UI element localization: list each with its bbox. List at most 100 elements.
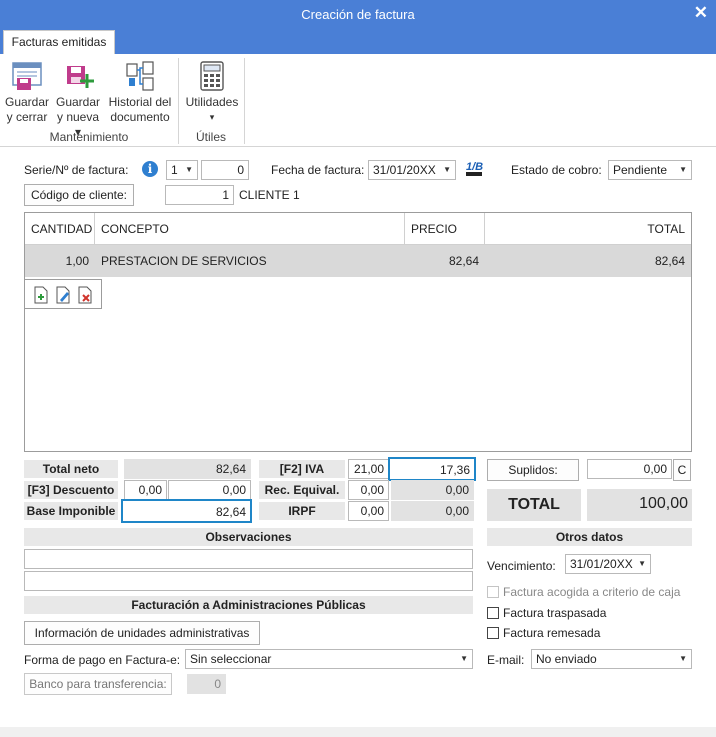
base-imponible-value[interactable]: 82,64 xyxy=(121,499,252,523)
svg-text:1/B: 1/B xyxy=(466,161,483,173)
utilities-button[interactable]: Utilidades ▾ xyxy=(184,60,240,125)
otros-datos-header: Otros datos xyxy=(487,528,692,546)
vencimiento-label: Vencimiento: xyxy=(487,559,556,573)
observaciones-header: Observaciones xyxy=(24,528,473,546)
total-value: 100,00 xyxy=(587,489,692,521)
serie-value: 1 xyxy=(171,163,178,177)
recargo-label: Rec. Equival. xyxy=(259,481,345,499)
iva-pct-input[interactable]: 21,00 xyxy=(348,459,389,479)
irpf-pct-input[interactable]: 0,00 xyxy=(348,501,389,521)
save-new-icon xyxy=(67,66,94,88)
save-close-label-2: y cerrar xyxy=(6,110,48,124)
forma-pago-label: Forma de pago en Factura-e: xyxy=(24,653,181,667)
total-neto-value: 82,64 xyxy=(124,459,251,479)
history-button[interactable]: Historial del documento xyxy=(106,60,174,125)
col-header-concepto[interactable]: CONCEPTO xyxy=(95,213,405,245)
window-title: Creación de factura xyxy=(301,7,415,22)
unidades-admin-button[interactable]: Información de unidades administrativas xyxy=(24,621,260,645)
chevron-down-icon: ▼ xyxy=(679,654,687,663)
base-imponible-label: Base Imponible xyxy=(24,502,118,520)
save-new-label-1: Guardar xyxy=(55,95,101,109)
descuento-label: [F3] Descuento xyxy=(24,481,118,499)
title-bar: Creación de factura ✕ xyxy=(0,0,716,30)
fecha-picker[interactable]: 31/01/20XX ▼ xyxy=(368,160,456,180)
admin-publicas-header: Facturación a Administraciones Públicas xyxy=(24,596,473,614)
lines-table[interactable]: CANTIDAD CONCEPTO PRECIO UD. TOTAL 1,00 … xyxy=(24,212,692,452)
total-label: TOTAL xyxy=(487,489,581,521)
suplidos-button[interactable]: Suplidos: xyxy=(487,459,579,481)
codigo-cliente-input[interactable]: 1 xyxy=(165,185,234,205)
traspasada-label: Factura traspasada xyxy=(503,606,607,620)
email-select[interactable]: No enviado ▼ xyxy=(531,649,692,669)
chevron-down-icon: ▼ xyxy=(460,654,468,663)
utilities-label: Utilidades xyxy=(185,95,239,109)
history-label-1: Historial del xyxy=(108,95,172,109)
banco-transferencia-button[interactable]: Banco para transferencia: xyxy=(24,673,172,695)
chevron-down-icon: ▼ xyxy=(679,165,687,174)
iva-label[interactable]: [F2] IVA xyxy=(259,460,345,478)
traspasada-checkbox[interactable] xyxy=(487,607,499,619)
save-close-icon xyxy=(12,62,42,90)
recargo-value: 0,00 xyxy=(391,480,474,500)
total-neto-label: Total neto xyxy=(24,460,118,478)
info-icon[interactable]: i xyxy=(142,161,158,177)
recargo-pct-input[interactable]: 0,00 xyxy=(348,480,389,500)
estado-label: Estado de cobro: xyxy=(511,163,602,177)
chevron-down-icon: ▼ xyxy=(638,559,646,568)
email-value: No enviado xyxy=(536,652,597,666)
col-header-total[interactable]: TOTAL xyxy=(485,213,691,245)
observaciones-line-1[interactable] xyxy=(24,549,473,569)
banco-transferencia-value: 0 xyxy=(187,674,226,694)
calendar-icon[interactable]: 1/B xyxy=(464,158,484,178)
group-label-mantenimiento: Mantenimiento xyxy=(49,130,129,144)
close-icon[interactable]: ✕ xyxy=(694,3,708,23)
chevron-down-icon: ▾ xyxy=(209,112,215,122)
iva-value-input[interactable]: 17,36 xyxy=(388,457,476,481)
line-actions-toolbar xyxy=(24,279,102,309)
remesada-label: Factura remesada xyxy=(503,626,601,640)
serie-select[interactable]: 1 ▼ xyxy=(166,160,198,180)
ribbon: Guardar y cerrar Guardar y nueva ▾ Histo… xyxy=(0,54,716,147)
estado-select[interactable]: Pendiente ▼ xyxy=(608,160,692,180)
descuento-value-input[interactable]: 0,00 xyxy=(168,480,251,500)
descuento-pct-input[interactable]: 0,00 xyxy=(124,480,167,500)
chevron-down-icon: ▼ xyxy=(443,165,451,174)
table-cell-precio[interactable]: 82,64 xyxy=(405,245,485,277)
suplidos-input[interactable]: 0,00 xyxy=(587,459,672,479)
chevron-down-icon: ▼ xyxy=(185,165,193,174)
forma-pago-select[interactable]: Sin seleccionar ▼ xyxy=(185,649,473,669)
ribbon-separator xyxy=(244,58,245,144)
save-close-button[interactable]: Guardar y cerrar xyxy=(4,60,50,125)
table-cell-cantidad[interactable]: 1,00 xyxy=(25,245,95,277)
group-label-utiles: Útiles xyxy=(195,130,226,144)
history-icon xyxy=(126,61,154,91)
fecha-value: 31/01/20XX xyxy=(373,163,436,177)
observaciones-line-2[interactable] xyxy=(24,571,473,591)
tab-facturas-emitidas[interactable]: Facturas emitidas xyxy=(3,30,115,54)
codigo-cliente-button[interactable]: Código de cliente: xyxy=(24,184,134,206)
delete-line-icon[interactable] xyxy=(77,286,93,304)
criterio-caja-checkbox[interactable] xyxy=(487,586,499,598)
remesada-checkbox[interactable] xyxy=(487,627,499,639)
irpf-label: IRPF xyxy=(259,502,345,520)
estado-value: Pendiente xyxy=(613,163,668,177)
numero-input[interactable]: 0 xyxy=(201,160,249,180)
cliente-name: CLIENTE 1 xyxy=(239,188,300,202)
table-cell-total[interactable]: 82,64 xyxy=(485,245,691,277)
save-close-label-1: Guardar xyxy=(4,95,50,109)
suplidos-c-button[interactable]: C xyxy=(673,459,691,481)
forma-pago-value: Sin seleccionar xyxy=(190,652,272,666)
col-header-cantidad[interactable]: CANTIDAD xyxy=(25,213,95,245)
col-header-precio[interactable]: PRECIO UD. xyxy=(405,213,485,268)
new-line-icon[interactable] xyxy=(33,286,49,304)
irpf-value: 0,00 xyxy=(391,501,474,521)
criterio-caja-label: Factura acogida a criterio de caja xyxy=(503,585,681,599)
vencimiento-value: 31/01/20XX xyxy=(570,557,633,571)
save-new-button[interactable]: Guardar y nueva ▾ xyxy=(54,60,102,140)
edit-line-icon[interactable] xyxy=(55,286,71,304)
calculator-icon xyxy=(200,61,224,91)
status-strip xyxy=(0,727,716,737)
table-cell-concepto[interactable]: PRESTACION DE SERVICIOS xyxy=(95,245,405,277)
vencimiento-picker[interactable]: 31/01/20XX ▼ xyxy=(565,554,651,574)
history-label-2: documento xyxy=(110,110,170,124)
